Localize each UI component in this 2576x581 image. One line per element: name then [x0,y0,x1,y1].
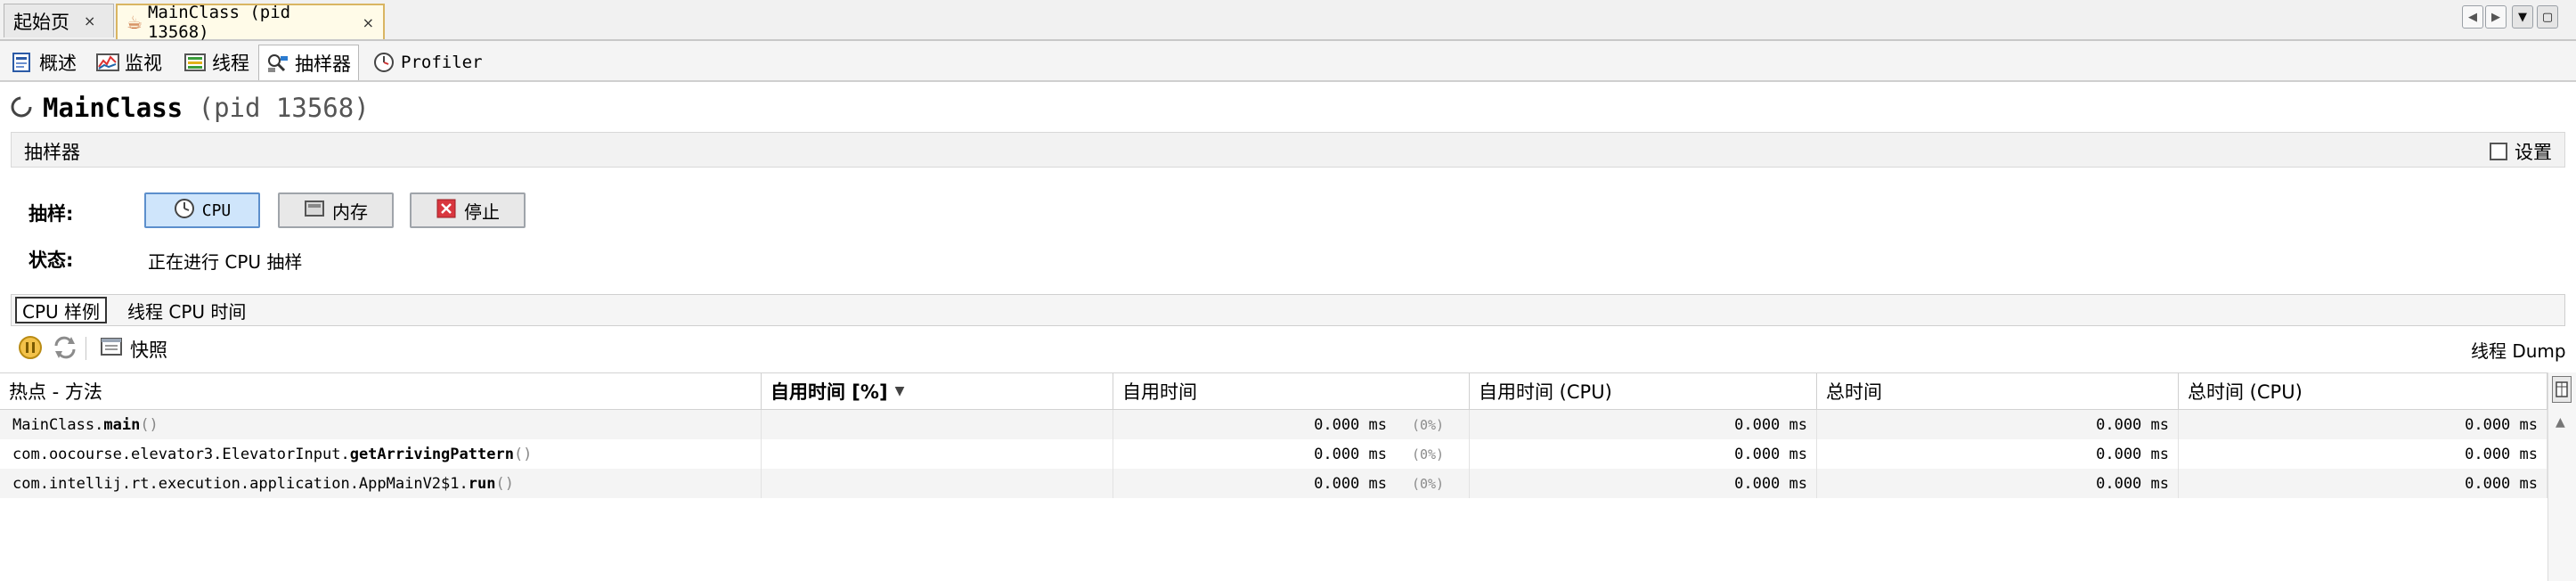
sort-descending-icon: ▼ [894,384,905,398]
close-icon[interactable]: × [363,14,374,31]
self-time-cpu-cell: 0.000 ms [1470,469,1817,498]
self-time-bar-cell [762,469,1113,498]
tab-sampler[interactable]: 抽样器 [258,45,359,80]
total-time-cell: 0.000 ms [1817,410,2179,439]
tab-thread-cpu-time[interactable]: 线程 CPU 时间 [122,297,251,323]
doc-tab-mainclass[interactable]: ☕ MainClass (pid 13568) × [116,3,385,42]
self-time-bar-cell [762,439,1113,469]
self-time-cell: 0.000 ms (0%) [1113,469,1470,498]
scroll-up-icon[interactable]: ▲ [2556,415,2565,430]
thread-dump-label: 线程 Dump [2471,340,2566,362]
section-title: 抽样器 [24,142,80,163]
snapshot-label: 快照 [130,339,167,361]
maximize-icon[interactable]: ▢ [2537,5,2558,29]
total-time-cpu-cell: 0.000 ms [2179,410,2547,439]
subtab-label: 线程 CPU 时间 [127,300,247,323]
close-icon[interactable]: × [84,12,95,29]
scroll-right-icon[interactable]: ▶ [2485,5,2507,29]
loading-spinner-icon [9,94,36,126]
snapshot-button[interactable]: 快照 [100,335,167,363]
clock-icon [372,52,395,73]
tab-list-dropdown-icon[interactable]: ▼ [2512,5,2533,29]
title-main: MainClass [43,93,183,123]
total-time-cell: 0.000 ms [1817,469,2179,498]
sampling-label: 抽样: [29,203,74,225]
clock-icon [174,198,195,224]
results-toolbar: 快照 线程 Dump [0,331,2576,367]
status-label: 状态: [29,250,74,271]
sampler-section-header: 抽样器 设置 [11,132,2565,168]
column-header-self-time-percent[interactable]: 自用时间 [%] ▼ [762,373,1113,409]
title-pid: (pid 13568) [198,93,370,123]
table-vertical-scrollbar[interactable]: ▲ [2547,372,2576,581]
document-tab-bar: 起始页 × ☕ MainClass (pid 13568) × ◀ ▶ ▼ ▢ [0,0,2576,42]
overview-icon [11,52,34,73]
tab-threads[interactable]: 线程 [176,46,257,78]
view-tab-bar: 概述 监视 线程 抽样器 Profiler [0,41,2576,82]
tab-profiler[interactable]: Profiler [365,46,490,78]
monitor-icon [96,52,119,73]
subtab-label: CPU 样例 [22,300,101,323]
scroll-left-icon[interactable]: ◀ [2462,5,2483,29]
settings-label: 设置 [2515,142,2552,163]
tab-label: 概述 [39,53,77,74]
table-header: 热点 - 方法 自用时间 [%] ▼ 自用时间 自用时间 (CPU) 总时间 总… [0,372,2547,410]
column-header-total-time-cpu[interactable]: 总时间 (CPU) [2179,373,2547,409]
doc-tab-start-page[interactable]: 起始页 × [4,4,114,37]
self-time-cell: 0.000 ms (0%) [1113,410,1470,439]
cpu-sampling-button[interactable]: CPU [144,192,260,228]
self-time-cpu-cell: 0.000 ms [1470,439,1817,469]
memory-sampling-button[interactable]: 内存 [278,192,394,228]
column-header-total-time[interactable]: 总时间 [1817,373,2179,409]
settings-checkbox[interactable] [2490,143,2507,160]
column-header-method[interactable]: 热点 - 方法 [0,373,762,409]
sampler-icon [266,53,289,74]
doc-tab-label: MainClass (pid 13568) [147,3,291,42]
stop-button-label: 停止 [464,200,500,223]
thread-dump-button[interactable]: 线程 Dump [2471,337,2566,363]
table-row[interactable]: com.oocourse.elevator3.ElevatorInput. get… [0,439,2547,469]
column-header-self-time[interactable]: 自用时间 [1113,373,1470,409]
tab-label: 线程 [212,53,249,74]
method-cell: com.oocourse.elevator3.ElevatorInput. get… [0,439,762,469]
tab-label: 监视 [125,53,162,74]
column-header-self-time-cpu[interactable]: 自用时间 (CPU) [1470,373,1817,409]
tab-cpu-samples[interactable]: CPU 样例 [15,297,108,323]
settings-toggle[interactable]: 设置 [2490,138,2552,165]
sampler-subtab-bar: CPU 样例 线程 CPU 时间 [11,294,2565,326]
column-chooser-icon[interactable] [2552,376,2572,403]
self-time-cell: 0.000 ms (0%) [1113,439,1470,469]
pause-icon[interactable] [18,335,43,364]
memory-button-label: 内存 [332,200,368,223]
table-row[interactable]: MainClass. main () 0.000 ms (0%) 0.000 ms… [0,410,2547,439]
total-time-cpu-cell: 0.000 ms [2179,439,2547,469]
total-time-cpu-cell: 0.000 ms [2179,469,2547,498]
snapshot-icon [100,335,125,363]
stop-icon [436,198,457,224]
java-app-icon: ☕ [126,12,143,33]
tab-monitor[interactable]: 监视 [89,46,169,78]
doc-tab-label: 起始页 [13,11,69,33]
method-cell: com.intellij.rt.execution.application.Ap… [0,469,762,498]
stop-button[interactable]: 停止 [410,192,526,228]
self-time-cpu-cell: 0.000 ms [1470,410,1817,439]
status-value: 正在进行 CPU 抽样 [148,251,303,273]
self-time-bar-cell [762,410,1113,439]
tab-label: Profiler [401,53,483,72]
refresh-icon[interactable] [52,335,78,364]
cpu-button-label: CPU [201,200,232,220]
table-row[interactable]: com.intellij.rt.execution.application.Ap… [0,469,2547,498]
method-cell: MainClass. main () [0,410,762,439]
tab-overview[interactable]: 概述 [4,46,84,78]
threads-icon [183,52,207,73]
total-time-cell: 0.000 ms [1817,439,2179,469]
memory-icon [304,198,325,224]
page-title: MainClass (pid 13568) [43,93,370,123]
tab-label: 抽样器 [295,53,351,75]
